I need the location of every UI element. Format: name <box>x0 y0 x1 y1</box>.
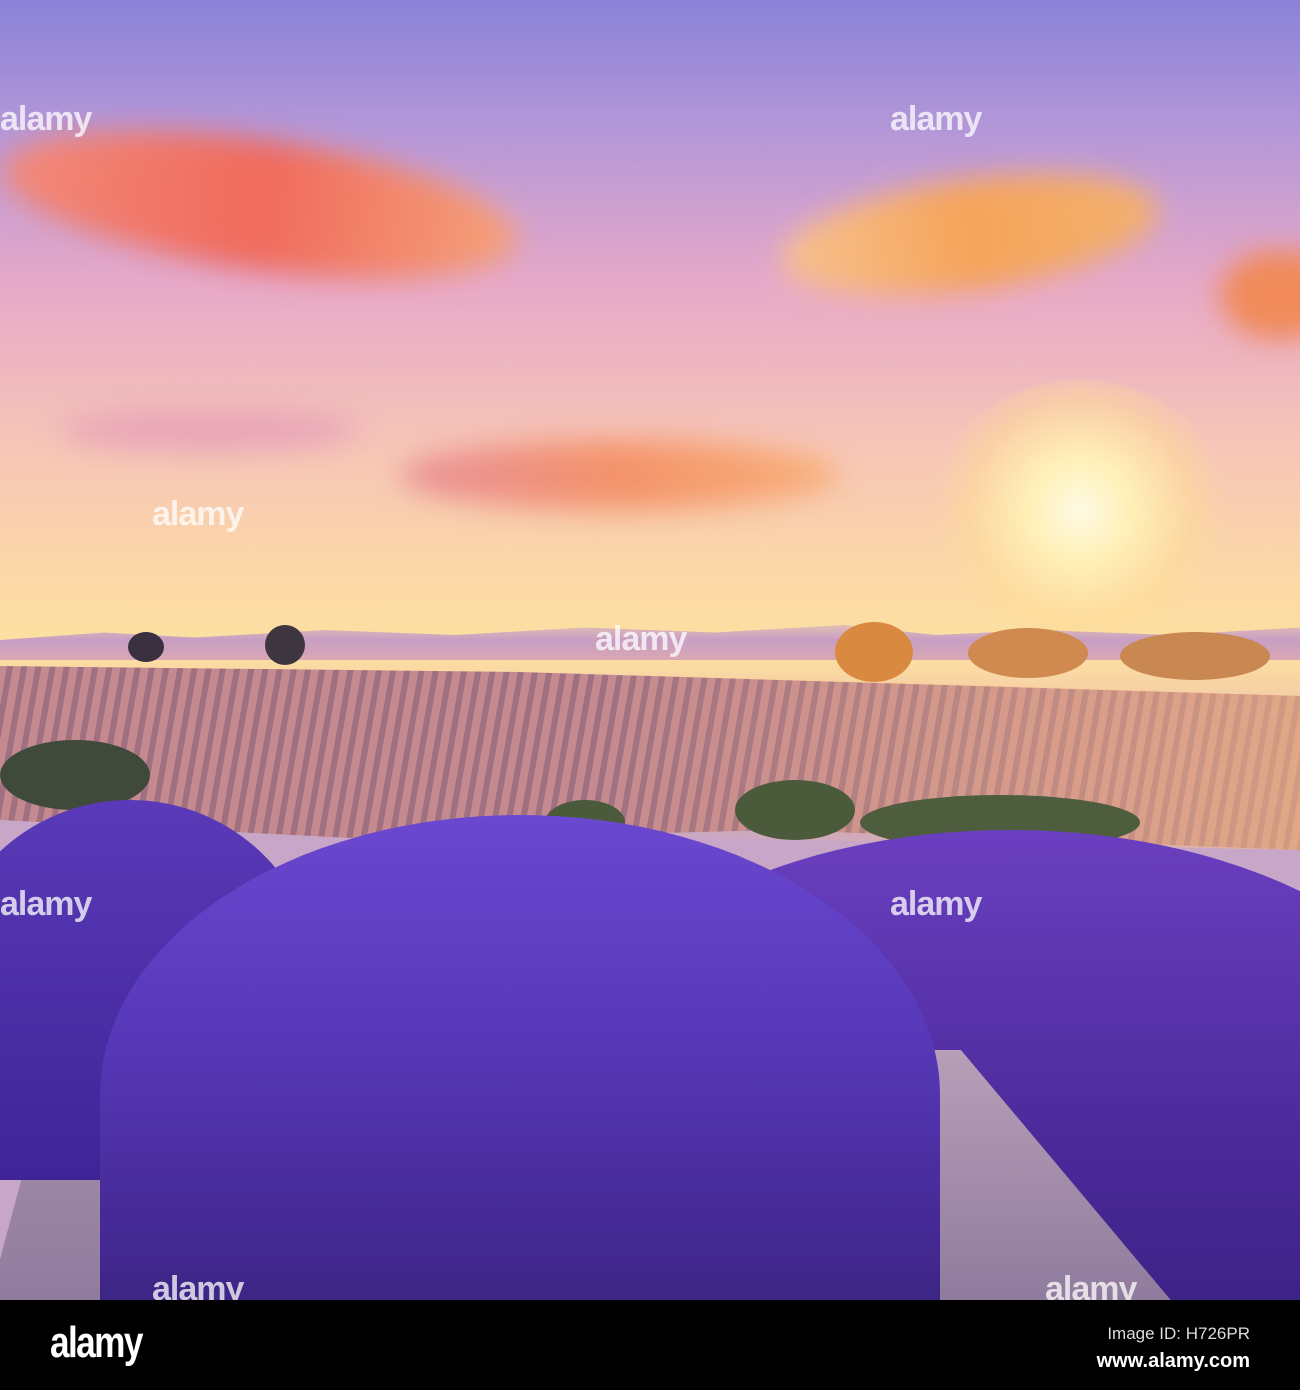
watermark: alamy <box>0 100 92 138</box>
sun <box>930 380 1230 640</box>
cloud <box>400 440 840 510</box>
watermark: alamy <box>152 1270 244 1300</box>
footer-bar: alamy Image ID: H726PR www.alamy.com <box>0 1300 1300 1390</box>
watermark: alamy <box>890 885 982 923</box>
watermark: alamy <box>595 620 687 658</box>
watermark: alamy <box>152 495 244 533</box>
tree <box>968 628 1088 678</box>
lavender-field-sunset-photo: alamy alamy alamy alamy alamy alamy alam… <box>0 0 1300 1300</box>
alamy-logo: alamy <box>50 1318 143 1367</box>
tree <box>1120 632 1270 680</box>
image-id: Image ID: H726PR <box>1107 1324 1250 1343</box>
tree <box>835 622 913 682</box>
cloud <box>1220 250 1300 340</box>
watermark: alamy <box>0 885 92 923</box>
cloud <box>60 410 360 450</box>
tree <box>265 625 305 665</box>
site-url: www.alamy.com <box>1096 1350 1250 1372</box>
watermark: alamy <box>890 100 982 138</box>
watermark: alamy <box>1045 1270 1137 1300</box>
tree <box>128 632 164 662</box>
bush <box>735 780 855 840</box>
cloud <box>774 154 1166 316</box>
